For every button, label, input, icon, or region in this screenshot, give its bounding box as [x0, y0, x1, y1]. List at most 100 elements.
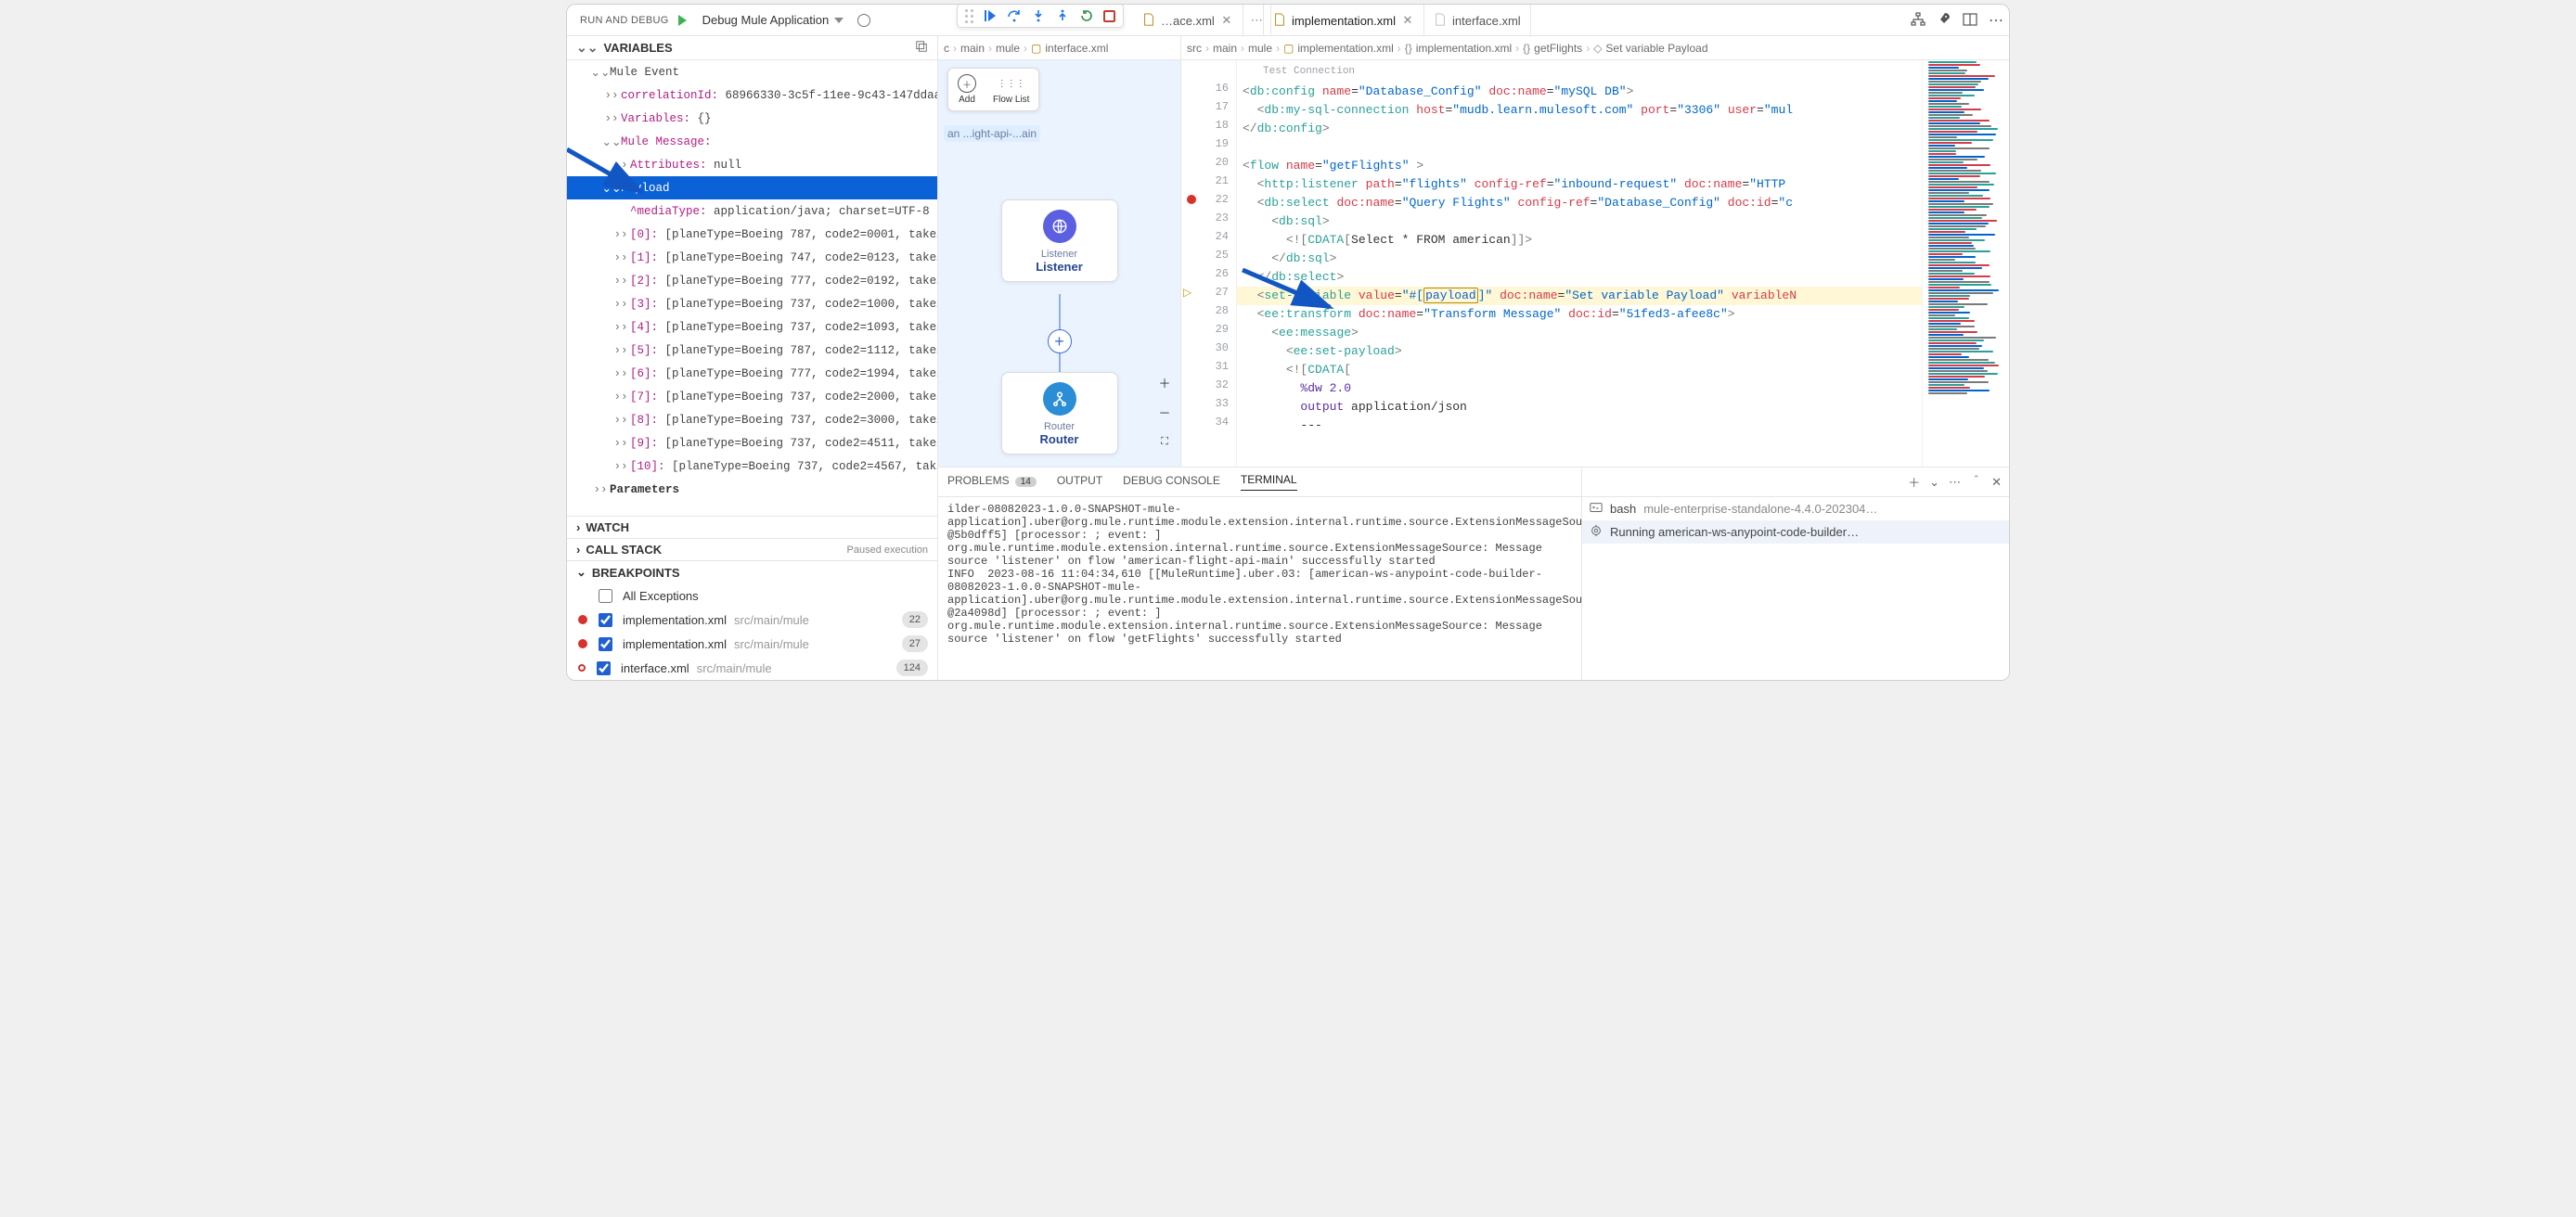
- chevron-down-icon[interactable]: ⌄: [1929, 475, 1939, 490]
- callstack-section[interactable]: ›CALL STACKPaused execution: [567, 538, 937, 560]
- bp-checkbox[interactable]: [599, 637, 612, 651]
- gutter-line[interactable]: 18: [1181, 116, 1236, 135]
- add-node-button[interactable]: +: [1048, 329, 1072, 353]
- payload-item[interactable]: ›[6]: [planeType=Boeing 777, code2=1994,…: [567, 362, 937, 385]
- breadcrumb-mid[interactable]: c› main› mule› ▢ interface.xml: [938, 36, 1180, 60]
- payload-item[interactable]: ›[0]: [planeType=Boeing 787, code2=0001,…: [567, 223, 937, 246]
- correlation-id-node[interactable]: ›correlationId: 68966330-3c5f-11ee-9c43-…: [567, 83, 937, 107]
- gutter-line[interactable]: 26: [1181, 264, 1236, 283]
- step-over-icon[interactable]: [1007, 8, 1022, 23]
- gutter-line[interactable]: 25: [1181, 246, 1236, 264]
- zoom-in-icon[interactable]: ＋: [1156, 374, 1173, 391]
- gutter-line[interactable]: 31: [1181, 357, 1236, 376]
- collapse-all-icon[interactable]: [915, 40, 928, 56]
- gutter-line[interactable]: 19: [1181, 135, 1236, 153]
- crumb[interactable]: interface.xml: [1045, 42, 1108, 55]
- crumb[interactable]: implementation.xml: [1416, 42, 1512, 55]
- code-line[interactable]: <![CDATA[Select * FROM american]]>: [1237, 231, 1922, 250]
- new-terminal-icon[interactable]: ＋: [1908, 473, 1920, 491]
- variables-section-header[interactable]: ⌄ VARIABLES: [567, 36, 937, 60]
- payload-item[interactable]: ›[7]: [planeType=Boeing 737, code2=2000,…: [567, 385, 937, 408]
- stop-icon[interactable]: [1103, 10, 1115, 22]
- step-out-icon[interactable]: [1055, 8, 1070, 23]
- tab-interface-xml[interactable]: interface.xml: [1424, 5, 1531, 36]
- launch-config-dropdown[interactable]: Debug Mule Application: [696, 9, 849, 32]
- more-icon[interactable]: ⋯: [1949, 475, 1961, 490]
- code-line[interactable]: <flow name="getFlights" >: [1237, 157, 1922, 175]
- crumb[interactable]: implementation.xml: [1297, 42, 1393, 55]
- gutter-line[interactable]: 21: [1181, 172, 1236, 190]
- close-icon[interactable]: ✕: [1220, 14, 1233, 27]
- tab-debug-console[interactable]: DEBUG CONSOLE: [1181, 474, 1220, 491]
- gutter-line[interactable]: 30: [1181, 339, 1236, 357]
- payload-item[interactable]: ›[3]: [planeType=Boeing 737, code2=1000,…: [567, 292, 937, 315]
- rocket-icon[interactable]: [1937, 12, 1951, 30]
- payload-item[interactable]: ›[4]: [planeType=Boeing 737, code2=1093,…: [567, 315, 937, 339]
- code-line[interactable]: [1237, 138, 1922, 157]
- codelens-link[interactable]: Test Connection: [1237, 60, 1922, 83]
- breakpoint-dot-icon[interactable]: [1187, 195, 1196, 204]
- tab-ace-xml[interactable]: …ace.xml ✕: [1133, 5, 1243, 36]
- payload-item[interactable]: ›[9]: [planeType=Boeing 737, code2=4511,…: [567, 431, 937, 455]
- terminal-process-row[interactable]: bash mule-enterprise-standalone-4.4.0-20…: [1582, 497, 2009, 520]
- code-line[interactable]: <db:my-sql-connection host="mudb.learn.m…: [1237, 101, 1922, 120]
- gutter-line[interactable]: 22: [1181, 190, 1236, 209]
- bp-checkbox[interactable]: [599, 589, 612, 603]
- gear-icon[interactable]: [857, 14, 870, 27]
- hierarchy-icon[interactable]: [1911, 12, 1926, 30]
- toolbar-grip-icon[interactable]: [965, 9, 973, 23]
- crumb[interactable]: mule: [996, 42, 1020, 55]
- parameters-node[interactable]: ›Parameters: [567, 478, 937, 501]
- zoom-out-icon[interactable]: －: [1156, 404, 1173, 420]
- fullscreen-icon[interactable]: ⛶: [1156, 433, 1173, 450]
- code-line[interactable]: <db:select doc:name="Query Flights" conf…: [1237, 194, 1922, 212]
- payload-item[interactable]: ›[8]: [planeType=Boeing 737, code2=3000,…: [567, 408, 937, 431]
- crumb[interactable]: main: [960, 42, 985, 55]
- toolbox-flowlist[interactable]: ⋮⋮⋮Flow List: [993, 74, 1029, 105]
- close-icon[interactable]: ✕: [1401, 14, 1414, 27]
- crumb[interactable]: src: [1187, 42, 1202, 55]
- debug-toolbar[interactable]: [957, 4, 1124, 28]
- crumb[interactable]: c: [944, 42, 949, 55]
- breakpoint-row[interactable]: interface.xml src/main/mule 124: [567, 656, 937, 680]
- terminal-process-row[interactable]: Running american-ws-anypoint-code-builde…: [1582, 520, 2009, 544]
- code-line[interactable]: %dw 2.0: [1237, 379, 1922, 398]
- code-line[interactable]: output application/json: [1237, 398, 1922, 416]
- code-line[interactable]: <db:config name="Database_Config" doc:na…: [1237, 83, 1922, 101]
- code-line[interactable]: ---: [1237, 416, 1922, 435]
- split-editor-icon[interactable]: [1963, 12, 1977, 30]
- restart-icon[interactable]: [1079, 8, 1094, 23]
- watch-section[interactable]: ›WATCH: [567, 516, 937, 538]
- payload-item[interactable]: ›[1]: [planeType=Boeing 747, code2=0123,…: [567, 246, 937, 269]
- mule-event-node[interactable]: ⌄Mule Event: [567, 60, 937, 83]
- gutter-line[interactable]: 16: [1181, 79, 1236, 97]
- variables-tree[interactable]: ⌄Mule Event ›correlationId: 68966330-3c5…: [567, 60, 937, 516]
- close-panel-icon[interactable]: ✕: [1991, 475, 2002, 490]
- payload-item[interactable]: ›[2]: [planeType=Boeing 777, code2=0192,…: [567, 269, 937, 292]
- payload-item[interactable]: ›[5]: [planeType=Boeing 787, code2=1112,…: [567, 339, 937, 362]
- payload-item[interactable]: ›[10]: [planeType=Boeing 737, code2=4567…: [567, 455, 937, 478]
- gutter-line[interactable]: ▷27: [1181, 283, 1236, 301]
- flow-node-listener[interactable]: Listener Listener: [1001, 199, 1118, 282]
- toolbox-add[interactable]: ＋Add: [958, 74, 976, 105]
- gutter-line[interactable]: 34: [1181, 413, 1236, 431]
- crumb[interactable]: getFlights: [1534, 42, 1582, 55]
- gutter-line[interactable]: 29: [1181, 320, 1236, 339]
- bp-all-exceptions[interactable]: All Exceptions: [567, 583, 937, 608]
- step-into-icon[interactable]: [1031, 8, 1046, 23]
- crumb[interactable]: Set variable Payload: [1605, 42, 1707, 55]
- start-debug-icon[interactable]: [678, 15, 687, 26]
- tab-terminal[interactable]: TERMINAL: [1241, 473, 1297, 491]
- gutter-line[interactable]: 24: [1181, 227, 1236, 246]
- continue-icon[interactable]: [983, 8, 998, 23]
- gutter-line[interactable]: 33: [1181, 394, 1236, 413]
- breakpoints-section[interactable]: ⌄BREAKPOINTS: [567, 560, 937, 583]
- gutter-line[interactable]: 32: [1181, 376, 1236, 394]
- terminal-output[interactable]: ilder-08082023-1.0.0-SNAPSHOT-mule-appli…: [1181, 497, 1581, 651]
- code-line[interactable]: </db:config>: [1237, 120, 1922, 138]
- code-line[interactable]: <db:sql>: [1237, 212, 1922, 231]
- gutter-line[interactable]: 28: [1181, 301, 1236, 320]
- crumb[interactable]: main: [1213, 42, 1237, 55]
- breadcrumb-right[interactable]: src› main› mule› ▢ implementation.xml› {…: [1181, 36, 2010, 60]
- tab-implementation-xml[interactable]: implementation.xml ✕: [1263, 5, 1424, 36]
